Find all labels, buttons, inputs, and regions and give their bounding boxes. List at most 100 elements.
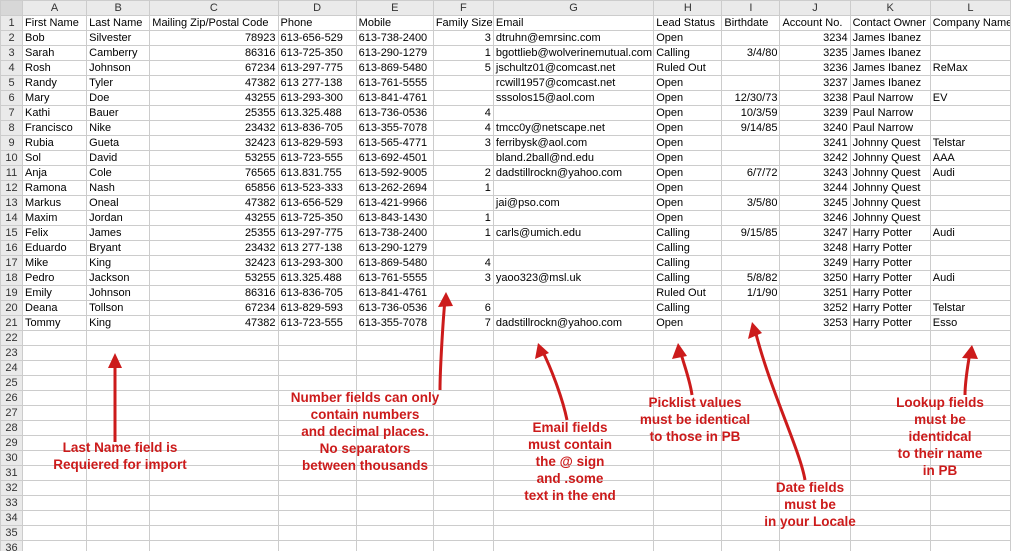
cell[interactable] (493, 526, 653, 541)
cell[interactable]: Calling (654, 241, 722, 256)
cell[interactable] (278, 541, 356, 551)
cell[interactable] (150, 526, 278, 541)
cell[interactable]: 47382 (150, 196, 278, 211)
cell[interactable]: 613-761-5555 (356, 271, 433, 286)
cell[interactable]: EV (930, 91, 1010, 106)
cell[interactable]: Jordan (87, 211, 150, 226)
cell[interactable] (278, 436, 356, 451)
cell[interactable] (23, 331, 87, 346)
cell[interactable] (23, 496, 87, 511)
cell[interactable]: dtruhn@emrsinc.com (493, 31, 653, 46)
cell[interactable] (433, 421, 493, 436)
cell[interactable]: 3241 (780, 136, 850, 151)
cell[interactable]: Eduardo (23, 241, 87, 256)
cell[interactable] (493, 541, 653, 551)
cell[interactable] (722, 451, 780, 466)
cell[interactable] (433, 526, 493, 541)
cell[interactable] (150, 406, 278, 421)
cell[interactable] (780, 361, 850, 376)
cell[interactable]: 613-736-0536 (356, 301, 433, 316)
cell[interactable] (433, 331, 493, 346)
cell[interactable]: Paul Narrow (850, 121, 930, 136)
cell[interactable]: Harry Potter (850, 226, 930, 241)
cell[interactable] (278, 466, 356, 481)
cell[interactable] (150, 436, 278, 451)
row-header[interactable]: 21 (1, 316, 23, 331)
cell[interactable] (433, 466, 493, 481)
cell[interactable]: Kathi (23, 106, 87, 121)
cell[interactable] (850, 496, 930, 511)
cell[interactable]: Mike (23, 256, 87, 271)
cell[interactable] (850, 466, 930, 481)
row-header[interactable]: 19 (1, 286, 23, 301)
cell[interactable]: Jackson (87, 271, 150, 286)
cell[interactable]: 3240 (780, 121, 850, 136)
cell[interactable]: James (87, 226, 150, 241)
cell[interactable]: ferribysk@aol.com (493, 136, 653, 151)
cell[interactable]: 3235 (780, 46, 850, 61)
cell[interactable] (493, 391, 653, 406)
cell[interactable]: bgottlieb@wolverinemutual.com (493, 46, 653, 61)
cell[interactable] (278, 421, 356, 436)
field-header-cell[interactable]: Company Name (930, 16, 1010, 31)
cell[interactable]: 3/5/80 (722, 196, 780, 211)
cell[interactable]: Johnny Quest (850, 211, 930, 226)
cell[interactable]: Oneal (87, 196, 150, 211)
col-header-A[interactable]: A (23, 1, 87, 16)
field-header-cell[interactable]: Last Name (87, 16, 150, 31)
row-header[interactable]: 23 (1, 346, 23, 361)
cell[interactable]: Silvester (87, 31, 150, 46)
cell[interactable] (493, 256, 653, 271)
cell[interactable] (493, 376, 653, 391)
cell[interactable]: Calling (654, 301, 722, 316)
cell[interactable] (722, 496, 780, 511)
row-header[interactable]: 6 (1, 91, 23, 106)
row-header[interactable]: 8 (1, 121, 23, 136)
cell[interactable]: James Ibanez (850, 61, 930, 76)
cell[interactable] (930, 481, 1010, 496)
cell[interactable] (850, 376, 930, 391)
cell[interactable] (493, 361, 653, 376)
cell[interactable]: Maxim (23, 211, 87, 226)
cell[interactable]: Ruled Out (654, 286, 722, 301)
cell[interactable] (850, 511, 930, 526)
cell[interactable]: 613 277-138 (278, 76, 356, 91)
cell[interactable] (930, 376, 1010, 391)
col-header-C[interactable]: C (150, 1, 278, 16)
cell[interactable] (850, 391, 930, 406)
cell[interactable]: 613-523-333 (278, 181, 356, 196)
cell[interactable] (722, 61, 780, 76)
cell[interactable] (87, 526, 150, 541)
cell[interactable]: 1 (433, 226, 493, 241)
cell[interactable]: 613-297-775 (278, 61, 356, 76)
cell[interactable]: 3252 (780, 301, 850, 316)
cell[interactable] (356, 376, 433, 391)
cell[interactable]: 65856 (150, 181, 278, 196)
cell[interactable]: Calling (654, 226, 722, 241)
cell[interactable] (433, 376, 493, 391)
cell[interactable]: Bryant (87, 241, 150, 256)
cell[interactable] (850, 361, 930, 376)
cell[interactable]: 67234 (150, 61, 278, 76)
cell[interactable] (23, 361, 87, 376)
cell[interactable] (722, 466, 780, 481)
cell[interactable]: 613-355-7078 (356, 121, 433, 136)
row-header[interactable]: 1 (1, 16, 23, 31)
row-header[interactable]: 35 (1, 526, 23, 541)
cell[interactable] (930, 31, 1010, 46)
cell[interactable]: 4 (433, 256, 493, 271)
cell[interactable] (722, 376, 780, 391)
cell[interactable]: 6/7/72 (722, 166, 780, 181)
cell[interactable]: 3247 (780, 226, 850, 241)
cell[interactable] (780, 451, 850, 466)
row-header[interactable]: 33 (1, 496, 23, 511)
cell[interactable]: 1 (433, 211, 493, 226)
cell[interactable]: 12/30/73 (722, 91, 780, 106)
cell[interactable] (654, 331, 722, 346)
cell[interactable] (356, 511, 433, 526)
cell[interactable] (278, 391, 356, 406)
cell[interactable]: 1 (433, 181, 493, 196)
cell[interactable] (433, 436, 493, 451)
cell[interactable] (87, 391, 150, 406)
cell[interactable] (780, 526, 850, 541)
